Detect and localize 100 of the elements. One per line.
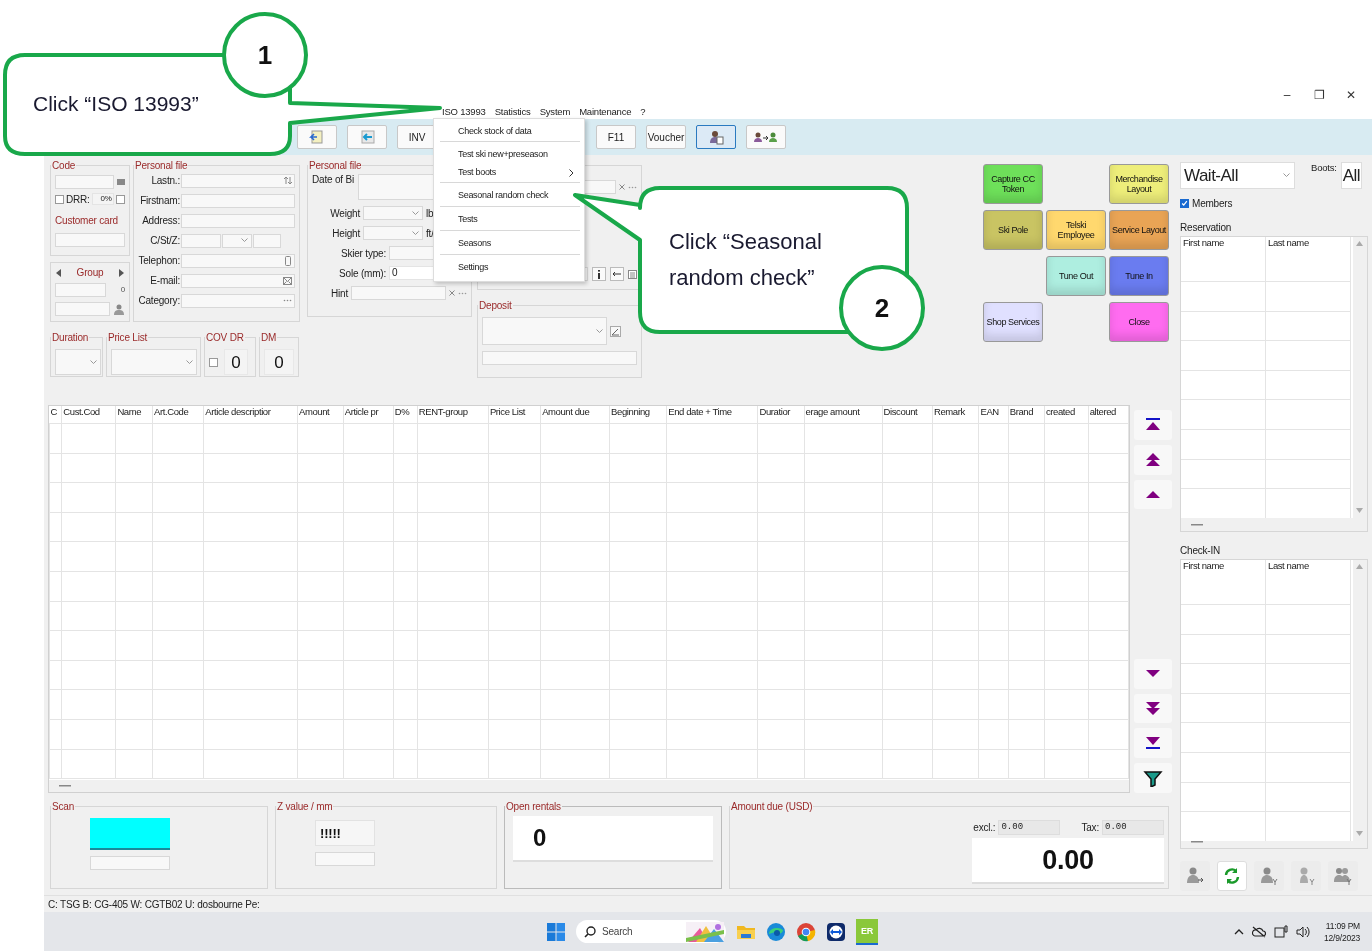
clear-icon[interactable] (619, 184, 625, 190)
action-button[interactable]: Merchandise Layout (1109, 164, 1169, 204)
browser-icon[interactable] (796, 921, 816, 942)
number-field[interactable]: 0 (264, 349, 294, 375)
list-cell[interactable] (1266, 310, 1351, 341)
list-cell[interactable] (1266, 458, 1351, 489)
list-cell[interactable] (1266, 604, 1351, 634)
menu-item[interactable]: Statistics (494, 106, 531, 117)
column-header[interactable]: Cust.Cod (61, 406, 116, 424)
column-header[interactable]: First name (1181, 237, 1266, 281)
scroll-up-icon[interactable] (1356, 241, 1363, 246)
menu-item[interactable]: Check stock of data (434, 124, 584, 141)
action-button[interactable]: Service Layout (1109, 210, 1169, 250)
list-cell[interactable] (1181, 458, 1266, 489)
next-arrow-icon[interactable] (117, 267, 125, 278)
restore-button[interactable]: ❐ (1310, 87, 1328, 102)
menu-item[interactable]: Seasons (440, 230, 580, 254)
list-cell[interactable] (1266, 399, 1351, 429)
clear-icon[interactable] (449, 290, 455, 296)
action-button[interactable]: Tune In (1109, 256, 1169, 296)
text-field[interactable] (55, 175, 114, 189)
list-cell[interactable] (1181, 488, 1266, 518)
windows-start-icon[interactable] (546, 921, 566, 942)
volume-icon[interactable] (1296, 925, 1310, 938)
column-header[interactable]: Name (115, 406, 153, 424)
minimize-button[interactable]: – (1278, 87, 1296, 102)
dropdown-field[interactable] (363, 206, 423, 220)
checkbox[interactable] (1180, 199, 1189, 208)
list-cell[interactable] (1181, 281, 1266, 311)
text-field[interactable] (55, 283, 106, 297)
list-cell[interactable] (1266, 663, 1351, 693)
column-header[interactable]: created (1044, 406, 1089, 424)
text-field[interactable] (181, 173, 295, 188)
number-field[interactable]: 0 (224, 349, 248, 375)
text-field[interactable] (181, 253, 295, 268)
menu-item[interactable]: Tests (440, 206, 580, 230)
navigation-button[interactable] (1133, 444, 1172, 475)
navigation-button[interactable] (1133, 479, 1172, 510)
list-cell[interactable] (1181, 604, 1266, 634)
list-action-button[interactable] (1180, 861, 1210, 891)
list-cell[interactable] (1181, 310, 1266, 341)
text-field[interactable] (181, 273, 295, 288)
action-button[interactable]: Capture CC Token (983, 164, 1043, 204)
column-header[interactable]: Price List (488, 406, 541, 424)
list-cell[interactable] (1266, 340, 1351, 370)
list-cell[interactable] (1266, 811, 1351, 841)
list-cell[interactable] (1181, 781, 1266, 812)
column-header[interactable]: Last name (1266, 237, 1351, 281)
list-cell[interactable] (1266, 488, 1351, 518)
text-field[interactable] (55, 233, 125, 247)
boots-field[interactable]: All (1340, 162, 1363, 189)
column-header[interactable]: Beginning (609, 406, 667, 424)
text-field[interactable] (253, 233, 281, 248)
toolbar-button[interactable]: F11 (596, 125, 636, 149)
scan-field[interactable] (90, 818, 170, 850)
column-header[interactable]: End date + Time (666, 406, 758, 424)
list-cell[interactable] (1181, 633, 1266, 664)
menu-item[interactable]: Test ski new+preseason (440, 141, 580, 165)
person-icon[interactable] (113, 303, 125, 315)
menu-item[interactable]: Maintenance (579, 106, 632, 117)
browser-icon[interactable] (766, 921, 786, 942)
list-cell[interactable] (1266, 722, 1351, 752)
list-cell[interactable] (1181, 428, 1266, 459)
menu-item[interactable]: ? (640, 106, 646, 117)
percent-field[interactable]: 0% (91, 193, 114, 205)
list-cell[interactable] (1181, 751, 1266, 782)
scroll-up-icon[interactable] (1356, 564, 1363, 569)
column-header[interactable]: altered (1088, 406, 1129, 424)
column-header[interactable]: D% (393, 406, 418, 424)
list-cell[interactable] (1266, 781, 1351, 812)
text-field[interactable] (351, 286, 446, 300)
column-header[interactable]: Discount (882, 406, 933, 424)
remote-app-icon[interactable] (826, 921, 846, 942)
filter-dropdown[interactable]: Wait-All (1180, 162, 1295, 189)
column-header[interactable]: C (49, 406, 62, 424)
navigation-button[interactable] (1133, 763, 1172, 793)
menu-item[interactable]: Test boots (434, 165, 584, 182)
text-field[interactable] (181, 233, 221, 248)
dropdown-field[interactable] (222, 233, 252, 248)
toolbar-button[interactable] (696, 125, 736, 149)
chevron-up-icon[interactable] (1234, 928, 1244, 935)
text-field[interactable] (90, 856, 170, 870)
text-field[interactable] (315, 852, 375, 866)
text-field[interactable] (181, 293, 295, 308)
action-button[interactable]: Tune Out (1046, 256, 1106, 296)
list-cell[interactable] (1181, 663, 1266, 693)
text-field[interactable] (482, 351, 637, 365)
scroll-down-icon[interactable] (1356, 508, 1363, 513)
list-action-button[interactable] (1254, 861, 1284, 891)
toolbar-button[interactable] (746, 125, 786, 149)
column-header[interactable]: Art.Code (152, 406, 204, 424)
column-header[interactable]: Amount (297, 406, 344, 424)
menu-item[interactable]: ISO 13993 (442, 106, 486, 117)
clock-time[interactable]: 11:09 PM (1325, 919, 1360, 932)
column-header[interactable]: Remark (932, 406, 979, 424)
checkbox[interactable] (55, 194, 64, 204)
previous-arrow-icon[interactable] (55, 267, 63, 278)
list-action-button[interactable] (1217, 861, 1247, 891)
column-header[interactable]: RENT-group (417, 406, 489, 424)
list-cell[interactable] (1266, 633, 1351, 664)
